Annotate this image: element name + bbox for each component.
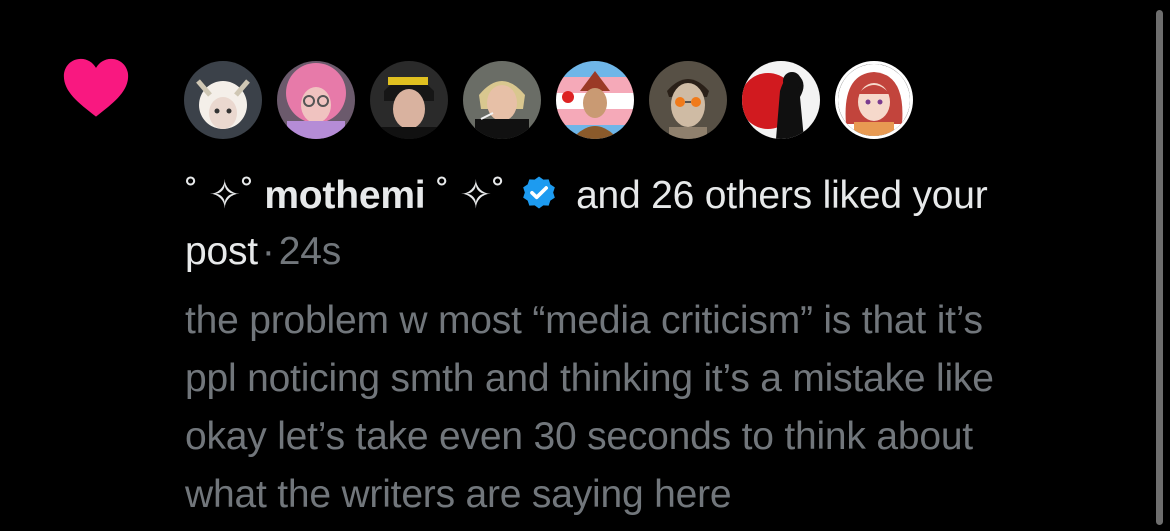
avatar[interactable] [463,61,541,139]
post-line: ppl noticing smth and thinking it’s a mi… [185,357,994,400]
separator: · [261,230,275,273]
avatar[interactable] [370,61,448,139]
post-line: the problem w most “media criticism” is … [185,299,983,342]
timestamp: 24s [278,230,341,273]
username-prefix: ˚ ✧˚ [185,174,265,217]
avatar[interactable] [835,61,913,139]
post-line: what the writers are saying here [185,473,732,516]
user-name[interactable]: mothemi [264,174,425,217]
scrollbar[interactable] [1156,10,1163,525]
avatar[interactable] [742,61,820,139]
heart-icon [63,58,129,117]
notification-text: ˚ ✧˚ mothemi ˚ ✧˚ and 26 others liked yo… [185,168,1125,280]
avatar[interactable] [184,61,262,139]
liker-avatars [184,61,924,139]
post-line: okay let’s take even 30 seconds to think… [185,415,973,458]
avatar[interactable] [649,61,727,139]
verified-badge-icon [523,176,556,209]
avatar[interactable] [277,61,355,139]
username-suffix: ˚ ✧˚ [425,174,505,217]
post-preview[interactable]: the problem w most “media criticism” is … [185,292,1160,524]
avatar[interactable] [556,61,634,139]
